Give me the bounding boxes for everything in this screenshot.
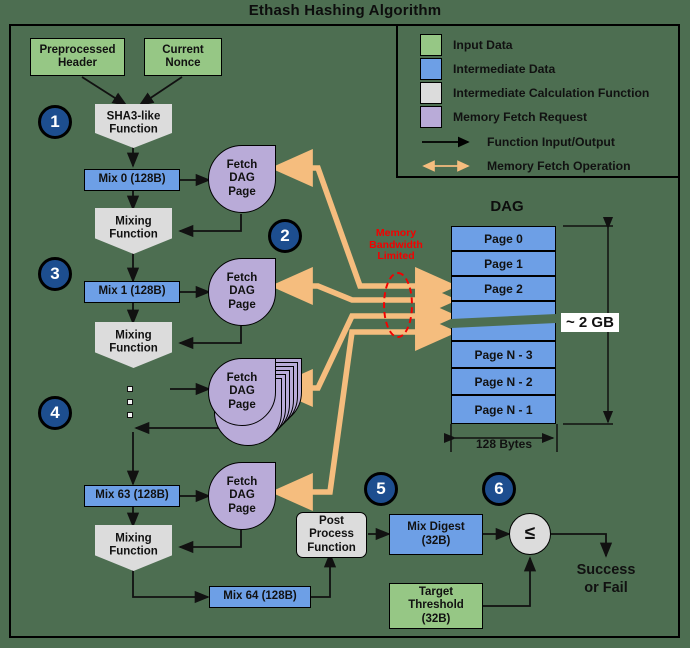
step-badge-5: 5 <box>364 472 398 506</box>
node-mix-64: Mix 64 (128B) <box>209 586 311 608</box>
label-line: Mix Digest <box>407 521 465 534</box>
node-fetch-dag-page-1: Fetch DAG Page <box>208 145 276 213</box>
node-target-threshold: Target Threshold (32B) <box>389 583 483 629</box>
node-fetch-dag-page-4: Fetch DAG Page <box>208 462 276 530</box>
legend-item-intermediate-data: Intermediate Data <box>420 58 555 80</box>
label-line: Page <box>228 298 256 311</box>
legend-label-memory-fetch-request: Memory Fetch Request <box>453 110 588 124</box>
label-line: Page <box>228 185 256 198</box>
dag-title: DAG <box>490 198 524 215</box>
node-fetch-dag-page-2: Fetch DAG Page <box>208 258 276 326</box>
step-badge-2: 2 <box>268 219 302 253</box>
label-line: Function <box>109 342 158 355</box>
label-line: DAG <box>229 172 255 185</box>
step-badge-1: 1 <box>38 105 72 139</box>
label-line: Mixing <box>115 215 152 228</box>
node-mix-63: Mix 63 (128B) <box>84 485 180 507</box>
dag-page-row: Page 0 <box>451 226 556 251</box>
legend-label-memory-fetch-operation: Memory Fetch Operation <box>487 159 631 173</box>
legend-panel: Input Data Intermediate Data Intermediat… <box>396 24 680 178</box>
legend-swatch-calculation-function <box>420 82 442 104</box>
legend-swatch-memory-fetch-request <box>420 106 442 128</box>
label-line: Fetch <box>226 476 258 489</box>
bottleneck-ellipse <box>383 272 413 338</box>
ellipsis-dot <box>127 412 133 418</box>
node-mix-1: Mix 1 (128B) <box>84 281 180 303</box>
ellipsis-dot <box>127 399 133 405</box>
label-line: Function <box>109 123 158 136</box>
dag-page-row: Page N - 2 <box>451 368 556 395</box>
dag-size-label: ~ 2 GB <box>561 313 619 332</box>
legend-swatch-intermediate-data <box>420 58 442 80</box>
label-line: Current <box>162 43 204 56</box>
node-compare-operator: ≤ <box>509 513 551 555</box>
label-line: Fetch <box>226 372 258 385</box>
legend-item-function-io: Function Input/Output <box>420 131 615 153</box>
label-line: Function <box>109 228 158 241</box>
label-line: Function <box>109 545 158 558</box>
node-preprocessed-header: Preprocessed Header <box>30 38 125 76</box>
label-line: Mixing <box>115 329 152 342</box>
memory-bandwidth-annotation: Memory Bandwidth Limited <box>357 227 435 263</box>
legend-label-function-io: Function Input/Output <box>487 135 615 149</box>
legend-item-memory-fetch-operation: Memory Fetch Operation <box>420 155 631 177</box>
step-badge-6: 6 <box>482 472 516 506</box>
node-result-label: Success or Fail <box>541 561 671 597</box>
label-line: DAG <box>229 285 255 298</box>
label-line: or Fail <box>584 580 628 597</box>
dag-page-row: Page 2 <box>451 276 556 301</box>
label-line: DAG <box>229 385 255 398</box>
label-line: Page <box>228 398 256 411</box>
label-line: Page <box>228 502 256 515</box>
label-line: Fetch <box>226 272 258 285</box>
label-line: (32B) <box>421 534 451 547</box>
node-mix-0: Mix 0 (128B) <box>84 169 180 191</box>
label-line: DAG <box>229 489 255 502</box>
label-line: Nonce <box>165 57 201 69</box>
label-line: Threshold <box>408 599 464 612</box>
step-badge-3: 3 <box>38 257 72 291</box>
label-line: SHA3-like <box>106 110 161 123</box>
dag-page-row: Page 1 <box>451 251 556 276</box>
node-current-nonce: Current Nonce <box>144 38 222 76</box>
node-post-process-function: Post Process Function <box>296 512 367 558</box>
arrow-double-icon <box>422 160 470 172</box>
legend-item-memory-fetch-request: Memory Fetch Request <box>420 106 587 128</box>
legend-item-calculation-function: Intermediate Calculation Function <box>420 82 649 104</box>
diagram-canvas: Ethash Hashing Algorithm Input Data Inte… <box>0 0 690 648</box>
label-line: Function <box>307 541 356 554</box>
dag-page-row: Page N - 3 <box>451 341 556 368</box>
label-line: (32B) <box>421 612 451 625</box>
step-badge-4: 4 <box>38 396 72 430</box>
label-line: Process <box>309 528 354 541</box>
legend-label-input-data: Input Data <box>453 38 513 52</box>
label-line: Limited <box>377 250 415 263</box>
node-mix-digest: Mix Digest (32B) <box>389 514 483 555</box>
node-fetch-dag-page-stack: Fetch DAG Page <box>208 358 302 450</box>
label-line: Success <box>576 562 636 578</box>
legend-label-intermediate-data: Intermediate Data <box>453 62 556 76</box>
label-line: Fetch <box>226 159 258 172</box>
arrow-right-icon <box>422 136 470 148</box>
label-line: Post <box>319 515 344 528</box>
label-line: Header <box>57 57 97 69</box>
legend-swatch-input-data <box>420 34 442 56</box>
label-line: Target <box>418 586 454 599</box>
node-fetch-dag-page-top: Fetch DAG Page <box>208 358 276 426</box>
legend-label-calculation-function: Intermediate Calculation Function <box>453 86 650 100</box>
label-line: Bandwidth <box>369 238 423 251</box>
label-line: Mixing <box>115 532 152 545</box>
dag-page-row: Page N - 1 <box>451 395 556 424</box>
page-title: Ethash Hashing Algorithm <box>248 2 442 19</box>
label-line: Preprocessed <box>39 43 116 56</box>
legend-item-input-data: Input Data <box>420 34 513 56</box>
ellipsis-dot <box>127 386 133 392</box>
label-line: Memory <box>375 227 417 239</box>
dag-width-label: 128 Bytes <box>475 437 533 451</box>
